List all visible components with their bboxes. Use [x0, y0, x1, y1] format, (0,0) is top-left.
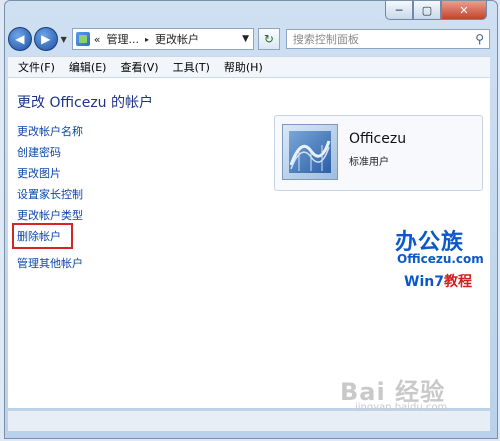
breadcrumb-separator-icon[interactable]: ▸ — [145, 35, 149, 44]
breadcrumb-manage-accounts[interactable]: 管理... — [106, 31, 139, 47]
menu-bar: 文件(F) 编辑(E) 查看(V) 工具(T) 帮助(H) — [8, 56, 490, 78]
refresh-icon: ↻ — [263, 32, 274, 46]
officezu-logo-url: Officezu.com — [397, 252, 484, 266]
search-placeholder: 搜索控制面板 — [292, 33, 359, 46]
breadcrumb-change-account[interactable]: 更改帐户 — [155, 31, 199, 47]
menu-edit[interactable]: 编辑(E) — [69, 59, 107, 75]
link-create-password[interactable]: 创建密码 — [17, 144, 61, 160]
win7-tutorial-logo: Win7教程 — [404, 271, 472, 291]
maximize-button[interactable]: ▢ — [413, 1, 441, 20]
account-card: Officezu 标准用户 — [274, 115, 483, 191]
win7-logo-text: Win7 — [404, 274, 444, 290]
menu-view[interactable]: 查看(V) — [120, 59, 158, 75]
account-name: Officezu — [349, 131, 407, 147]
menu-help[interactable]: 帮助(H) — [224, 59, 263, 75]
page-title: 更改 Officezu 的帐户 — [17, 95, 153, 111]
menu-tools[interactable]: 工具(T) — [173, 59, 210, 75]
forward-button[interactable]: ▶ — [33, 27, 58, 51]
link-parental-controls[interactable]: 设置家长控制 — [17, 186, 83, 202]
forward-arrow-icon: ▶ — [41, 32, 51, 46]
avatar-picture — [289, 131, 331, 173]
account-avatar — [282, 124, 338, 180]
search-box[interactable]: 搜索控制面板 ⚲ — [285, 29, 490, 49]
address-dropdown-icon[interactable]: ▼ — [242, 34, 249, 44]
account-role: 标准用户 — [349, 157, 389, 168]
breadcrumb-overflow[interactable]: « — [94, 33, 101, 46]
tutorial-logo-text: 教程 — [443, 274, 472, 290]
back-button[interactable]: ◀ — [8, 27, 32, 51]
caption-buttons: ─ ▢ ✕ — [385, 1, 487, 21]
minimize-button[interactable]: ─ — [385, 1, 413, 20]
menu-file[interactable]: 文件(F) — [18, 59, 55, 75]
back-arrow-icon: ◀ — [15, 32, 25, 46]
status-bar — [8, 410, 490, 431]
search-icon[interactable]: ⚲ — [475, 32, 484, 46]
navigation-bar: ◀ ▶ ▼ « 管理... ▸ 更改帐户 ▼ ↻ 搜索控制面板 ⚲ — [8, 26, 490, 52]
highlight-box — [12, 223, 73, 249]
link-change-account-name[interactable]: 更改帐户名称 — [17, 123, 83, 139]
explorer-window: ─ ▢ ✕ ◀ ▶ ▼ « 管理... ▸ 更改帐户 ▼ ↻ 搜索控制面板 ⚲ … — [0, 0, 500, 441]
link-change-picture[interactable]: 更改图片 — [17, 165, 61, 181]
link-manage-other-accounts[interactable]: 管理其他帐户 — [17, 255, 83, 271]
refresh-button[interactable]: ↻ — [258, 28, 280, 50]
control-panel-icon — [75, 32, 90, 46]
close-button[interactable]: ✕ — [441, 1, 487, 20]
roller-coaster-picture-icon — [289, 140, 331, 171]
link-change-account-type[interactable]: 更改帐户类型 — [17, 207, 83, 223]
recent-pages-dropdown[interactable]: ▼ — [61, 35, 67, 44]
address-bar[interactable]: « 管理... ▸ 更改帐户 ▼ — [71, 28, 255, 50]
